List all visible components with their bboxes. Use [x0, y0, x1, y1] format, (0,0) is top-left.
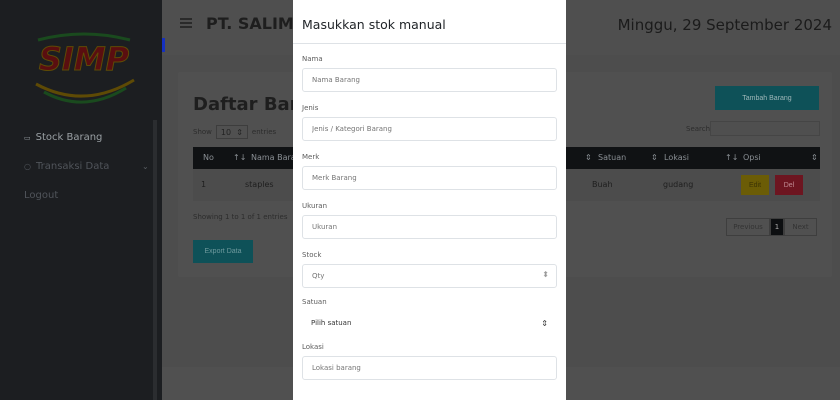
entries-select[interactable]: 10 ⇕: [215, 125, 248, 139]
box-icon: ▭: [24, 133, 31, 142]
sort-icon: ⇕: [585, 153, 592, 162]
sidebar-item-label: Logout: [24, 190, 59, 201]
modal-title: Masukkan stok manual: [302, 17, 446, 32]
add-item-button[interactable]: Tambah Barang: [715, 86, 819, 110]
nama-input[interactable]: [302, 68, 557, 92]
jenis-input[interactable]: [302, 117, 557, 141]
sort-icon: ↑↓: [725, 153, 739, 162]
search-label: Search:: [686, 125, 713, 133]
ukuran-input[interactable]: [302, 215, 557, 239]
column-lokasi[interactable]: Lokasi: [664, 153, 689, 162]
app-root: SIMP ▭ Stock Barang ○ Transaksi Data ⌄ L…: [0, 0, 840, 400]
previous-page-button[interactable]: Previous: [726, 218, 770, 236]
current-date: Minggu, 29 September 2024: [617, 16, 832, 34]
sidebar-scrollbar[interactable]: [153, 120, 157, 400]
pagination: Previous 1 Next: [726, 218, 817, 236]
sidebar: SIMP ▭ Stock Barang ○ Transaksi Data ⌄ L…: [0, 0, 162, 400]
satuan-value: Pilih satuan: [311, 319, 352, 327]
entries-value: 10: [220, 127, 232, 137]
entries-label: entries: [251, 128, 277, 136]
merk-field-group: Merk: [302, 153, 557, 190]
satuan-field-group: Satuan Pilih satuan ⇕: [302, 298, 557, 335]
cell-nama: staples: [245, 180, 274, 189]
menu-icon[interactable]: [180, 18, 192, 28]
lokasi-field-group: Lokasi: [302, 343, 557, 380]
merk-input[interactable]: [302, 166, 557, 190]
sidebar-item-stock-barang[interactable]: ▭ Stock Barang: [24, 132, 102, 143]
column-no[interactable]: No: [203, 153, 214, 162]
modal-header: Masukkan stok manual: [293, 0, 566, 44]
ukuran-field-group: Ukuran: [302, 202, 557, 239]
stock-input[interactable]: [302, 264, 557, 288]
lokasi-input[interactable]: [302, 356, 557, 380]
column-opsi[interactable]: Opsi: [743, 153, 761, 162]
show-label: Show: [193, 128, 212, 136]
nama-label: Nama: [302, 55, 323, 63]
sort-icon: ↑↓: [233, 153, 247, 162]
sort-icon: ⇕: [651, 153, 658, 162]
nama-field-group: Nama: [302, 55, 557, 92]
circle-icon: ○: [24, 162, 31, 171]
stock-field-group: Stock ⬍: [302, 251, 557, 288]
satuan-label: Satuan: [302, 298, 327, 306]
sort-icon: ⇕: [236, 127, 243, 137]
stepper-icon[interactable]: ⬍: [542, 270, 549, 279]
cell-satuan: Buah: [592, 180, 613, 189]
edit-button[interactable]: Edit: [741, 175, 769, 195]
merk-label: Merk: [302, 153, 320, 161]
cell-lokasi: gudang: [663, 180, 694, 189]
jenis-field-group: Jenis: [302, 104, 557, 141]
jenis-label: Jenis: [302, 104, 319, 112]
delete-button[interactable]: Del: [775, 175, 803, 195]
sort-icon: ⇕: [811, 153, 818, 162]
sidebar-item-label: Stock Barang: [35, 132, 103, 143]
chevron-down-icon[interactable]: ⌄: [142, 162, 149, 171]
sort-icon: ⇕: [541, 318, 548, 328]
sidebar-item-transaksi-data[interactable]: ○ Transaksi Data: [24, 161, 109, 172]
sidebar-item-label: Transaksi Data: [35, 161, 110, 172]
sidebar-item-logout[interactable]: Logout: [24, 190, 58, 201]
focus-marker: [162, 38, 165, 52]
simp-logo: SIMP: [35, 32, 135, 104]
export-button[interactable]: Export Data: [193, 240, 253, 263]
company-name: PT. SALIM: [206, 14, 294, 33]
satuan-select[interactable]: Pilih satuan ⇕: [302, 311, 557, 335]
lokasi-label: Lokasi: [302, 343, 324, 351]
stock-label: Stock: [302, 251, 322, 259]
next-page-button[interactable]: Next: [784, 218, 817, 236]
table-info: Showing 1 to 1 of 1 entries: [193, 213, 288, 221]
entries-length: Show 10 ⇕ entries: [193, 125, 276, 139]
ukuran-label: Ukuran: [302, 202, 328, 210]
svg-text:SIMP: SIMP: [39, 40, 130, 78]
search-input[interactable]: [710, 121, 820, 136]
manual-stock-modal: Masukkan stok manual Nama Jenis Merk Uku…: [293, 0, 566, 400]
cell-no: 1: [201, 180, 207, 189]
page-1-button[interactable]: 1: [770, 218, 784, 236]
column-satuan[interactable]: Satuan: [598, 153, 626, 162]
